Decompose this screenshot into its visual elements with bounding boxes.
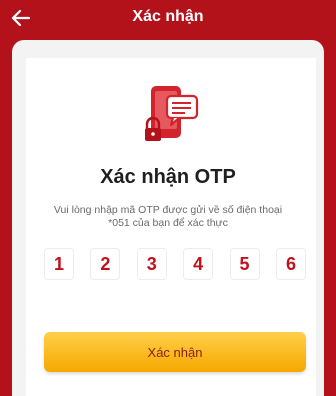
app-header: Xác nhận <box>0 0 336 38</box>
page-title: Xác nhận <box>132 8 204 25</box>
otp-digit-1[interactable]: 1 <box>44 248 74 280</box>
otp-description-line1: Vui lòng nhập mã OTP được gửi về số điện… <box>53 204 283 216</box>
otp-input-row: 1 2 3 4 5 6 <box>44 248 306 280</box>
confirm-button-label: Xác nhận <box>147 344 203 360</box>
otp-digit-5[interactable]: 5 <box>229 248 260 280</box>
otp-digit-3[interactable]: 3 <box>136 248 167 280</box>
otp-digit-4[interactable]: 4 <box>183 248 214 280</box>
otp-description-line2: *051 của bạn để xác thực <box>108 217 228 229</box>
confirm-button[interactable]: Xác nhận <box>44 332 306 372</box>
otp-digit-2[interactable]: 2 <box>90 248 121 280</box>
otp-title: Xác nhận OTP <box>100 166 236 188</box>
otp-digit-6[interactable]: 6 <box>275 248 306 280</box>
otp-description: Vui lòng nhập mã OTP được gửi về số điện… <box>20 204 316 230</box>
phone-message-lock-icon <box>145 86 199 141</box>
